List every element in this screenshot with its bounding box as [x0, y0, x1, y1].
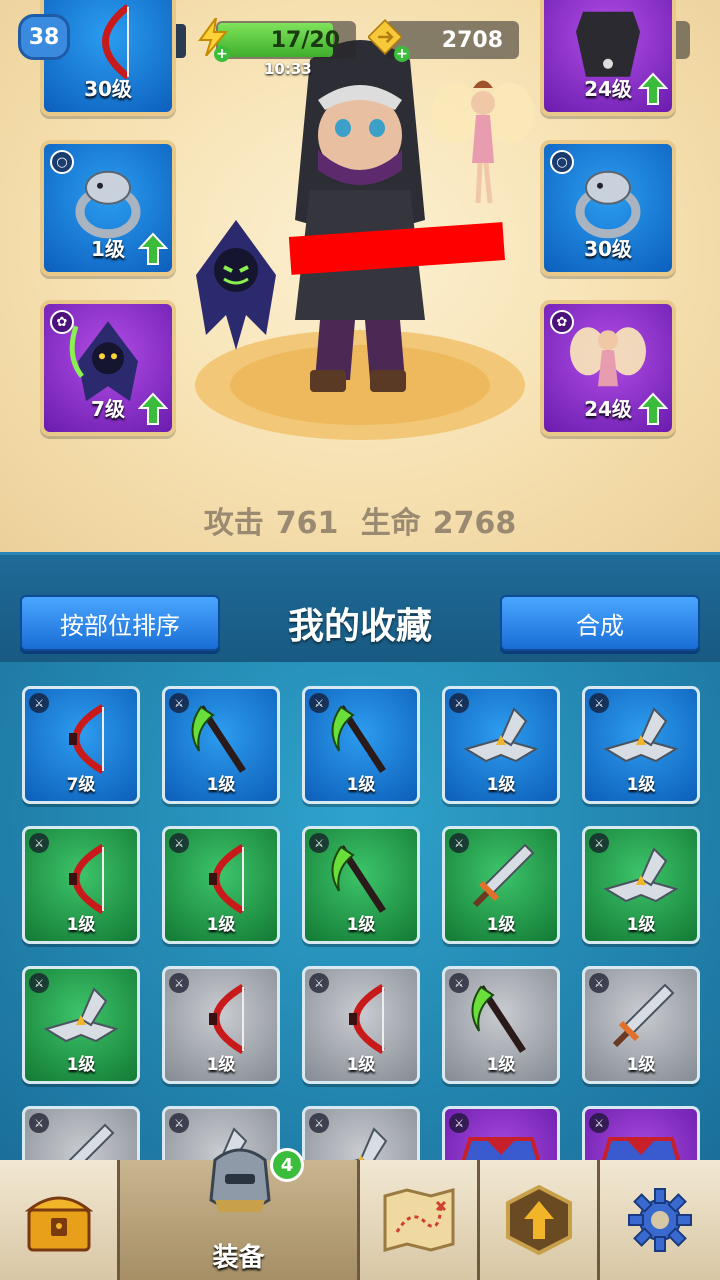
- collection-item[interactable]: ⚔ 1级: [162, 826, 280, 944]
- collection-item[interactable]: ⚔: [582, 1106, 700, 1162]
- reaper-pet-figure: [196, 220, 276, 350]
- hp-value: 2768: [432, 506, 517, 541]
- collection-item[interactable]: ⚔ 1级: [162, 966, 280, 1084]
- sort-by-slot-button[interactable]: 按部位排序: [20, 595, 220, 651]
- shuriken-icon: [316, 1119, 406, 1162]
- collection-item[interactable]: ⚔ 1级: [22, 826, 140, 944]
- chest-icon: [24, 1196, 93, 1252]
- item-level: 1级: [346, 915, 376, 935]
- collection-header: 按部位排序 我的收藏 合成: [0, 552, 720, 662]
- collection-item[interactable]: ⚔: [302, 1106, 420, 1162]
- attack-label: 攻击: [203, 506, 264, 541]
- collection-item[interactable]: ⚔: [442, 1106, 560, 1162]
- item-level: 1级: [66, 915, 96, 935]
- nav-tab-settings[interactable]: [600, 1160, 720, 1280]
- nav-tab-upgrade[interactable]: [480, 1160, 600, 1280]
- equip-slot-ring-left[interactable]: ○ 1级: [40, 140, 176, 276]
- collection-item[interactable]: ⚔ 1级: [582, 966, 700, 1084]
- item-level: 1级: [486, 775, 516, 795]
- equip-slot-armor[interactable]: 24级: [540, 0, 676, 116]
- upgrade-arrow-icon: [505, 1185, 572, 1255]
- item-level: 1级: [206, 915, 236, 935]
- item-level: 1级: [486, 1055, 516, 1075]
- add-energy-icon[interactable]: +: [214, 46, 230, 62]
- upgrade-arrow-icon: [638, 392, 668, 425]
- equip-slot-level: 30级: [584, 237, 632, 261]
- energy-value: 17/20: [270, 27, 340, 53]
- energy-pill[interactable]: 17/20: [216, 21, 356, 59]
- collection-item[interactable]: ⚔ 1级: [582, 826, 700, 944]
- collection-item[interactable]: ⚔ 1级: [442, 826, 560, 944]
- item-level: 1级: [626, 1055, 656, 1075]
- equipment-notification-badge: 4: [270, 1148, 304, 1182]
- nav-label-equipment: 装备: [212, 1243, 265, 1273]
- hero-stats: 攻击 761 生命 2768: [0, 498, 720, 542]
- item-level: 7级: [66, 775, 96, 795]
- collection-title: 我的收藏: [287, 606, 432, 647]
- collection-item[interactable]: ⚔ 1级: [442, 686, 560, 804]
- collection-item[interactable]: ⚔ 1级: [302, 826, 420, 944]
- nav-tab-chest[interactable]: [0, 1160, 120, 1280]
- collection-item[interactable]: ⚔ 1级: [162, 686, 280, 804]
- armor-helmet-icon: [209, 1148, 271, 1212]
- energy-timer: 10:33: [264, 60, 312, 78]
- item-level: 1级: [346, 775, 376, 795]
- item-level: 1级: [486, 915, 516, 935]
- collection-item[interactable]: ⚔ 1级: [302, 966, 420, 1084]
- item-level: 1级: [626, 915, 656, 935]
- collection-item[interactable]: ⚔ 1级: [442, 966, 560, 1084]
- add-gold-icon[interactable]: +: [394, 46, 410, 62]
- player-level-badge[interactable]: 38: [18, 14, 70, 60]
- collection-item[interactable]: ⚔ 1级: [22, 966, 140, 1084]
- armor-icon: [456, 1119, 546, 1162]
- equip-slot-pet-left[interactable]: ✿ 7级: [40, 300, 176, 436]
- gear-icon: [628, 1188, 692, 1252]
- armor-icon: [596, 1119, 686, 1162]
- item-level: 1级: [346, 1055, 376, 1075]
- fairy-pet-figure: [432, 80, 534, 204]
- item-level: 1级: [626, 775, 656, 795]
- sword-icon: [41, 1119, 121, 1162]
- collection-item[interactable]: ⚔ 1级: [582, 686, 700, 804]
- equip-slot-ring-right[interactable]: ○ 30级: [540, 140, 676, 276]
- collection-item[interactable]: ⚔ 7级: [22, 686, 140, 804]
- equip-slot-level: 30级: [84, 77, 132, 101]
- nav-tab-equipment[interactable]: 4 装备: [120, 1148, 360, 1280]
- collection-item[interactable]: ⚔ 1级: [302, 686, 420, 804]
- item-level: 1级: [206, 775, 236, 795]
- attack-value: 761: [275, 506, 339, 541]
- equip-slot-pet-right[interactable]: ✿ 24级: [540, 300, 676, 436]
- nav-tab-map[interactable]: [360, 1160, 480, 1280]
- upgrade-arrow-icon: [138, 392, 168, 425]
- item-level: 1级: [66, 1055, 96, 1075]
- item-level: 1级: [206, 1055, 236, 1075]
- merge-button[interactable]: 合成: [500, 595, 700, 651]
- collection-grid[interactable]: ⚔ 7级 ⚔ 1级 ⚔ 1级 ⚔ 1级 ⚔ 1级 ⚔ 1级 ⚔ 1级 ⚔ 1级 ⚔ 1级 ⚔ 1级 ⚔ 1级 ⚔ 1级 ⚔ 1级 ⚔…: [0, 662, 720, 1162]
- hero-panel: 38 17/20 + 10:33 2708 + 220 +: [0, 0, 720, 552]
- collection-item[interactable]: ⚔: [22, 1106, 140, 1162]
- bottom-nav: 4 装备: [0, 1148, 720, 1280]
- hp-label: 生命: [360, 506, 421, 541]
- gold-value: 2708: [441, 27, 503, 53]
- upgrade-arrow-icon: [638, 72, 668, 105]
- map-icon: [383, 1188, 454, 1252]
- upgrade-arrow-icon: [138, 232, 168, 265]
